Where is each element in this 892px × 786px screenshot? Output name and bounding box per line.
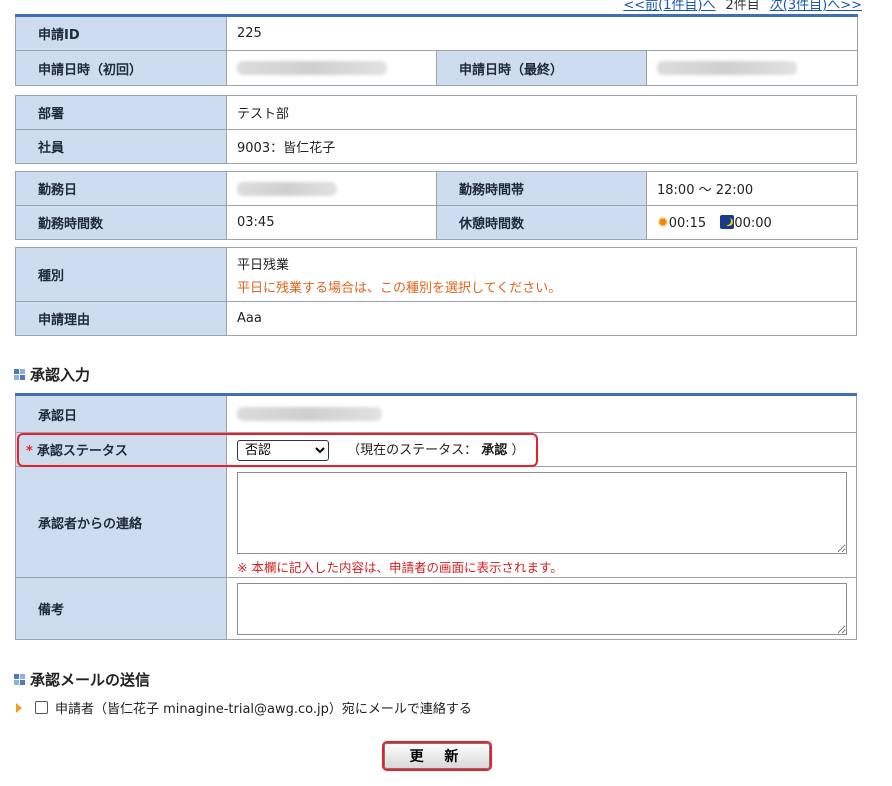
required-mark: * [26,444,33,459]
break-night-value: 00:00 [734,215,772,231]
current-record-label: 2件目 [725,0,760,13]
redacted-value [657,61,797,75]
grid-square-icon [14,674,25,685]
current-status-value: 承認 [481,442,508,458]
update-button[interactable]: 更 新 [384,743,490,769]
approval-section-title: 承認入力 [14,364,90,385]
redacted-value [237,181,337,196]
approver-contact-textarea[interactable] [237,472,847,554]
approval-date-value [226,393,857,433]
work-hours-value: 03:45 [226,205,437,240]
prev-record-link[interactable]: <<前(1件目)へ [623,0,715,13]
record-navigation: <<前(1件目)へ 2件目 次(3件目)へ>> [623,0,862,13]
remarks-textarea[interactable] [237,582,847,635]
sun-icon: ✹ [657,214,669,231]
orange-triangle-icon [16,702,22,713]
reason-label: 申請理由 [15,301,227,336]
break-hours-value: ✹00:15 00:00 [646,205,858,240]
mail-option-row: 申請者（皆仁花子 minagine-trial@awg.co.jp）宛にメールで… [16,698,472,717]
type-label: 種別 [15,247,227,302]
approval-status-select[interactable]: 否認 [237,439,329,461]
employee-label: 社員 [15,129,227,164]
current-status-suffix: ） [511,442,525,458]
employee-value: 9003：皆仁花子 [226,129,857,164]
work-date-label: 勤務日 [15,171,227,206]
reason-value: Aaa [226,301,857,336]
request-info-table: 申請ID 225 申請日時（初回） 申請日時（最終） [15,14,859,86]
department-label: 部署 [15,95,227,130]
request-id-value: 225 [225,14,859,51]
send-mail-checkbox-label[interactable]: 申請者（皆仁花子 minagine-trial@awg.co.jp）宛にメールで… [55,698,472,717]
department-value: テスト部 [226,95,857,130]
type-value: 平日残業 [237,257,290,273]
remarks-label: 備考 [15,577,227,640]
employee-info-table: 部署 テスト部 社員 9003：皆仁花子 [15,95,857,164]
approval-table: 承認日 * 承認ステータス 否認 （現在のステータス： 承認 ） 承認者からの連絡… [15,393,857,640]
approval-status-label-text: 承認ステータス [36,444,128,459]
request-id-label: 申請ID [15,14,227,51]
first-request-datetime-label: 申請日時（初回） [15,50,227,86]
last-request-datetime-label: 申請日時（最終） [436,50,647,86]
break-day-value: 00:15 [668,215,707,231]
mail-section-title: 承認メールの送信 [14,669,150,690]
current-status-prefix: （現在のステータス： [347,442,478,458]
work-hours-label: 勤務時間数 [15,205,227,240]
redacted-value [237,407,382,421]
redacted-value [237,61,387,75]
approval-section-title-text: 承認入力 [30,366,91,384]
work-timeband-value: 18:00 ～ 22:00 [646,171,858,206]
approver-contact-note: ※ 本欄に記入した内容は、申請者の画面に表示されます。 [237,560,563,575]
grid-square-icon [14,369,25,380]
work-date-value [226,171,437,206]
first-request-datetime-value [226,50,437,86]
moon-icon [720,214,735,229]
kind-info-table: 種別 平日残業 平日に残業する場合は、この種別を選択してください。 申請理由 A… [15,247,857,336]
type-cell: 平日残業 平日に残業する場合は、この種別を選択してください。 [226,247,857,302]
break-hours-label: 休憩時間数 [436,205,647,240]
send-mail-checkbox[interactable] [35,701,48,714]
approval-date-label: 承認日 [15,393,227,433]
approval-status-cell: 否認 （現在のステータス： 承認 ） [226,432,857,467]
type-note: 平日に残業する場合は、この種別を選択してください。 [237,280,562,296]
next-record-link[interactable]: 次(3件目)へ>> [770,0,862,13]
approver-contact-label: 承認者からの連絡 [15,466,227,578]
mail-section-title-text: 承認メールの送信 [30,671,151,689]
work-timeband-label: 勤務時間帯 [436,171,647,206]
approval-status-label: * 承認ステータス [15,432,227,467]
approver-contact-cell: ※ 本欄に記入した内容は、申請者の画面に表示されます。 [226,466,857,578]
last-request-datetime-value [645,50,859,86]
work-info-table: 勤務日 勤務時間帯 18:00 ～ 22:00 勤務時間数 03:45 休憩時間… [15,171,858,240]
remarks-cell [226,577,857,640]
